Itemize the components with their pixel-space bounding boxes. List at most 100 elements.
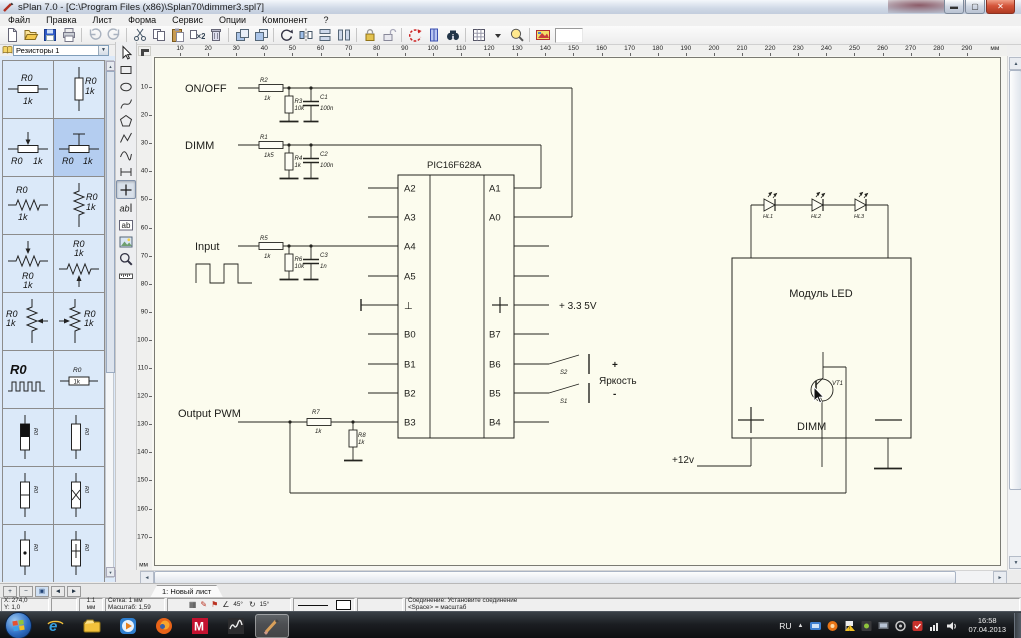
library-component-res-h-box-value[interactable]: 1kR0 — [54, 351, 105, 409]
vertical-scrollbar[interactable]: ▲ ▼ — [1007, 56, 1021, 570]
unlock-icon[interactable] — [379, 27, 398, 44]
schematic-canvas[interactable]: R21kR310kC1100nR11k5R41kC2100nR51kR610kC… — [152, 56, 1007, 570]
scroll-up-icon[interactable]: ▲ — [106, 61, 115, 71]
copy-icon[interactable] — [149, 27, 168, 44]
library-scrollbar[interactable]: ▲ ▼ — [105, 60, 114, 578]
tool-node-icon[interactable] — [116, 180, 136, 199]
fill-style-sample[interactable] — [336, 600, 351, 610]
grid-icon[interactable] — [469, 27, 488, 44]
library-component-res-v-box-midline[interactable]: R0 — [3, 467, 54, 525]
library-component-res-v-box-cross[interactable]: R0 — [54, 525, 105, 582]
tray-flag-icon[interactable]: ! — [843, 619, 856, 632]
library-zoom-button-1[interactable]: − — [19, 586, 33, 597]
print-icon[interactable] — [59, 27, 78, 44]
grid-toggle-icon[interactable]: ▦ — [189, 602, 197, 609]
library-scroll-thumb[interactable] — [106, 71, 115, 373]
tool-rectangle-icon[interactable] — [117, 61, 135, 78]
scroll-down-icon[interactable]: ▼ — [106, 567, 115, 577]
maximize-button[interactable]: ▢ — [965, 0, 985, 14]
tray-volume-icon[interactable] — [945, 619, 958, 632]
menu-item-Сервис[interactable]: Сервис — [164, 14, 211, 26]
library-component-res-h-box[interactable]: R01k — [3, 61, 54, 119]
tool-text-icon[interactable]: ab — [117, 199, 135, 216]
save-icon[interactable] — [40, 27, 59, 44]
tray-network-icon[interactable] — [928, 619, 941, 632]
tool-zoom-icon[interactable] — [117, 250, 135, 267]
line-style-sample[interactable] — [298, 605, 328, 606]
grid-arrow-icon[interactable] — [488, 27, 507, 44]
library-select[interactable]: Резисторы 1 ▼ — [13, 45, 109, 56]
tray-display-icon[interactable] — [877, 619, 890, 632]
library-zoom-button-2[interactable]: ▣ — [35, 586, 49, 597]
library-component-res-v-box-x[interactable]: R0 — [54, 467, 105, 525]
rotate-free-icon[interactable] — [405, 27, 424, 44]
vertical-scroll-thumb[interactable] — [1009, 70, 1021, 490]
library-component-res-v-box-plain[interactable]: R0 — [54, 409, 105, 467]
library-component-res-h-zigzag-arrow-up[interactable]: R01k — [54, 235, 105, 293]
mirror-vertical-icon[interactable] — [424, 27, 443, 44]
taskbar-mplab-icon[interactable]: M — [183, 614, 217, 638]
flag-icon[interactable]: ⚑ — [211, 602, 218, 609]
tool-spline-icon[interactable] — [117, 95, 135, 112]
mirror-icon[interactable] — [296, 27, 315, 44]
library-component-res-v-zigzag-arrow-right[interactable]: R01k — [54, 293, 105, 351]
send-back-icon[interactable] — [251, 27, 270, 44]
library-component-res-h-zigzag-arrow-down[interactable]: R01k — [3, 235, 54, 293]
open-icon[interactable] — [21, 27, 40, 44]
scroll-down-icon[interactable]: ▼ — [1009, 556, 1021, 569]
tool-dimension-icon[interactable] — [117, 267, 135, 284]
bring-front-icon[interactable] — [232, 27, 251, 44]
paste-icon[interactable] — [168, 27, 187, 44]
lock-icon[interactable] — [360, 27, 379, 44]
rotate-icon[interactable] — [277, 27, 296, 44]
tool-polyline-icon[interactable] — [117, 129, 135, 146]
taskbar-ie-icon[interactable]: e — [39, 614, 73, 638]
pen-icon[interactable]: ✎ — [200, 602, 207, 609]
tool-ellipse-icon[interactable] — [117, 78, 135, 95]
language-indicator[interactable]: RU — [779, 621, 791, 631]
tray-updates-icon[interactable] — [826, 619, 839, 632]
tray-security-icon[interactable] — [860, 619, 873, 632]
new-icon[interactable] — [2, 27, 21, 44]
tray-expand-icon[interactable]: ▲ — [798, 623, 804, 629]
horizontal-scrollbar[interactable]: ◄ ► — [140, 570, 1007, 584]
library-component-res-v-box-halffill[interactable]: R0 — [3, 409, 54, 467]
library-zoom-button-4[interactable]: ► — [67, 586, 81, 597]
taskbar-firefox-icon[interactable] — [147, 614, 181, 638]
zoom-page-icon[interactable] — [507, 27, 526, 44]
menu-item-Форма[interactable]: Форма — [120, 14, 164, 26]
library-component-res-h-zigzag[interactable]: R01k — [3, 177, 54, 235]
library-component-res-pulse[interactable]: R0 — [3, 351, 54, 409]
align-horizontal-icon[interactable] — [334, 27, 353, 44]
library-zoom-button-3[interactable]: ◄ — [51, 586, 65, 597]
show-desktop-button[interactable] — [1014, 613, 1021, 638]
menu-item-Компонент[interactable]: Компонент — [254, 14, 315, 26]
taskbar-clock[interactable]: 16:58 07.04.2013 — [968, 617, 1006, 634]
redo-icon[interactable] — [104, 27, 123, 44]
close-button[interactable]: ✕ — [986, 0, 1015, 14]
search-icon[interactable] — [443, 27, 462, 44]
taskbar-notes-icon[interactable] — [219, 614, 253, 638]
cut-icon[interactable] — [130, 27, 149, 44]
tool-textbox-icon[interactable]: ab — [117, 216, 135, 233]
duplicate-icon[interactable]: ×2 — [187, 27, 206, 44]
taskbar-splan-icon[interactable] — [255, 614, 289, 638]
library-component-res-v-zigzag-arrow-left[interactable]: R01k — [3, 293, 54, 351]
library-component-res-h-box-arrow[interactable]: R01k — [3, 119, 54, 177]
menu-item-Опции[interactable]: Опции — [211, 14, 254, 26]
tool-cursor-icon[interactable] — [117, 44, 135, 61]
components-icon[interactable] — [533, 27, 552, 44]
delete-icon[interactable] — [206, 27, 225, 44]
align-vertical-icon[interactable] — [315, 27, 334, 44]
chevron-down-icon[interactable]: ▼ — [98, 46, 108, 55]
tray-settings-icon[interactable] — [894, 619, 907, 632]
menu-item-?[interactable]: ? — [315, 14, 336, 26]
menu-item-Файл[interactable]: Файл — [0, 14, 38, 26]
library-component-res-v-box[interactable]: R01k — [54, 61, 105, 119]
library-component-res-h-box-tap[interactable]: R01k — [54, 119, 105, 177]
minimize-button[interactable]: ▬ — [944, 0, 964, 14]
library-component-res-v-zigzag[interactable]: R01k — [54, 177, 105, 235]
tool-curve-icon[interactable] — [117, 146, 135, 163]
library-zoom-button-0[interactable]: + — [3, 586, 17, 597]
tool-image-icon[interactable] — [117, 233, 135, 250]
